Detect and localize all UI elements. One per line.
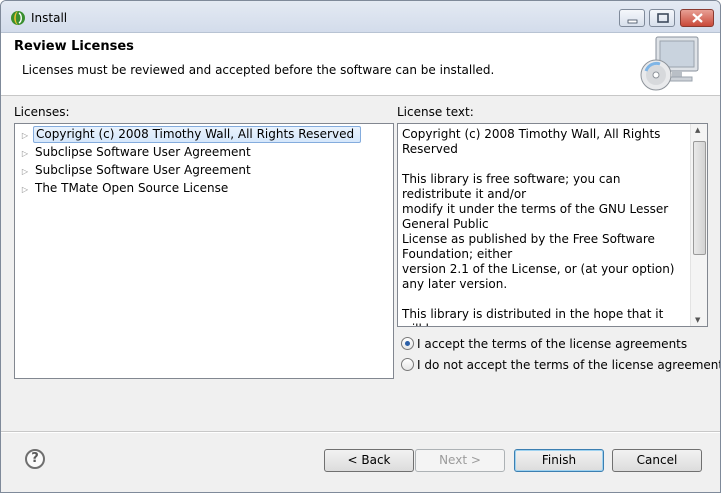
- minimize-button[interactable]: [619, 9, 645, 27]
- scrollbar-thumb[interactable]: [693, 141, 706, 255]
- scroll-up-arrow-icon[interactable]: ▲: [695, 126, 700, 134]
- accept-radio[interactable]: I accept the terms of the license agreem…: [401, 335, 687, 353]
- close-window-button[interactable]: [680, 9, 714, 27]
- maximize-icon: [657, 13, 669, 23]
- install-computer-icon: [640, 36, 699, 91]
- close-icon: [692, 13, 703, 23]
- maximize-button[interactable]: [649, 9, 675, 27]
- page-description: Licenses must be reviewed and accepted b…: [22, 63, 495, 77]
- license-text-label: License text:: [397, 105, 474, 119]
- header-banner: Review Licenses Licenses must be reviewe…: [1, 33, 720, 96]
- scroll-down-arrow-icon[interactable]: ▼: [695, 316, 700, 324]
- window-title: Install: [31, 11, 68, 25]
- tree-item-subclipse-agreement[interactable]: ▷ Subclipse Software User Agreement: [17, 144, 257, 161]
- radio-selected-icon[interactable]: [401, 337, 414, 350]
- radio-unselected-icon[interactable]: [401, 358, 414, 371]
- license-text-scrollbar[interactable]: ▲ ▼: [690, 124, 707, 326]
- install-dialog: Install Review Licenses Licenses must be…: [0, 0, 721, 493]
- title-bar[interactable]: Install: [1, 1, 720, 33]
- expand-arrow-icon[interactable]: ▷: [17, 127, 33, 144]
- page-title: Review Licenses: [14, 39, 134, 54]
- next-button[interactable]: Next >: [415, 449, 505, 472]
- footer-separator: [1, 431, 720, 433]
- tree-item-subclipse-agreement[interactable]: ▷ Subclipse Software User Agreement: [17, 162, 257, 179]
- expand-arrow-icon[interactable]: ▷: [17, 145, 33, 162]
- licenses-tree[interactable]: ▷ Copyright (c) 2008 Timothy Wall, All Ri…: [14, 123, 394, 379]
- tree-item-tmate-license[interactable]: ▷ The TMate Open Source License: [17, 180, 234, 197]
- decline-radio[interactable]: I do not accept the terms of the license…: [401, 356, 720, 374]
- help-button[interactable]: ?: [25, 449, 45, 469]
- back-button[interactable]: < Back: [324, 449, 414, 472]
- expand-arrow-icon[interactable]: ▷: [17, 181, 33, 198]
- eclipse-app-icon: [11, 11, 25, 25]
- licenses-label: Licenses:: [14, 105, 70, 119]
- tree-item-timothy-wall-license[interactable]: ▷ Copyright (c) 2008 Timothy Wall, All Ri…: [17, 126, 362, 144]
- minimize-icon: [627, 19, 638, 24]
- expand-arrow-icon[interactable]: ▷: [17, 163, 33, 180]
- cancel-button[interactable]: Cancel: [612, 449, 702, 472]
- license-text-body: Copyright (c) 2008 Timothy Wall, All Rig…: [402, 127, 675, 326]
- license-text-area[interactable]: Copyright (c) 2008 Timothy Wall, All Rig…: [397, 123, 708, 327]
- finish-button[interactable]: Finish: [514, 449, 604, 472]
